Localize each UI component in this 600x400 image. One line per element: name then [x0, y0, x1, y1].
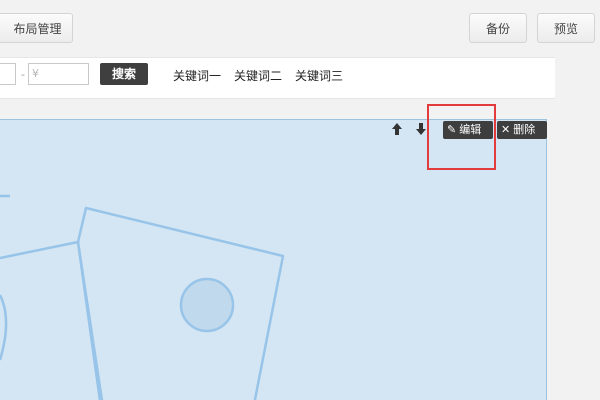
keyword-link-2[interactable]: 关键词二: [234, 67, 282, 84]
keyword-link-1[interactable]: 关键词一: [173, 67, 221, 84]
placeholder-sun-circle: [179, 277, 235, 333]
placeholder-curve: [0, 294, 8, 361]
keyword-link-3[interactable]: 关键词三: [295, 67, 343, 84]
delete-label: 删除: [513, 123, 536, 136]
placeholder-back-card: [0, 240, 102, 400]
search-button[interactable]: 搜索: [100, 63, 148, 85]
move-up-button[interactable]: [389, 121, 405, 137]
top-toolbar: 布局管理 备份 预览: [0, 0, 600, 57]
arrow-up-icon: [392, 123, 402, 135]
min-price-input[interactable]: [0, 63, 16, 85]
layout-manage-button[interactable]: 布局管理: [0, 13, 73, 43]
search-button-label: 搜索: [111, 67, 136, 81]
preview-label: 预览: [553, 22, 578, 36]
edit-highlight-box: [427, 104, 496, 170]
close-icon: ✕: [501, 123, 511, 136]
preview-button[interactable]: 预览: [537, 13, 595, 43]
backup-button[interactable]: 备份: [469, 13, 527, 43]
search-bar: - ¥ 搜索 关键词一 关键词二 关键词三: [0, 57, 555, 99]
price-range-dash: -: [21, 68, 25, 81]
max-price-input[interactable]: ¥: [28, 63, 89, 85]
backup-label: 备份: [485, 22, 510, 36]
delete-button[interactable]: ✕ 删除: [497, 121, 547, 139]
max-price-placeholder: ¥: [32, 67, 39, 80]
layout-manage-label: 布局管理: [13, 22, 62, 36]
